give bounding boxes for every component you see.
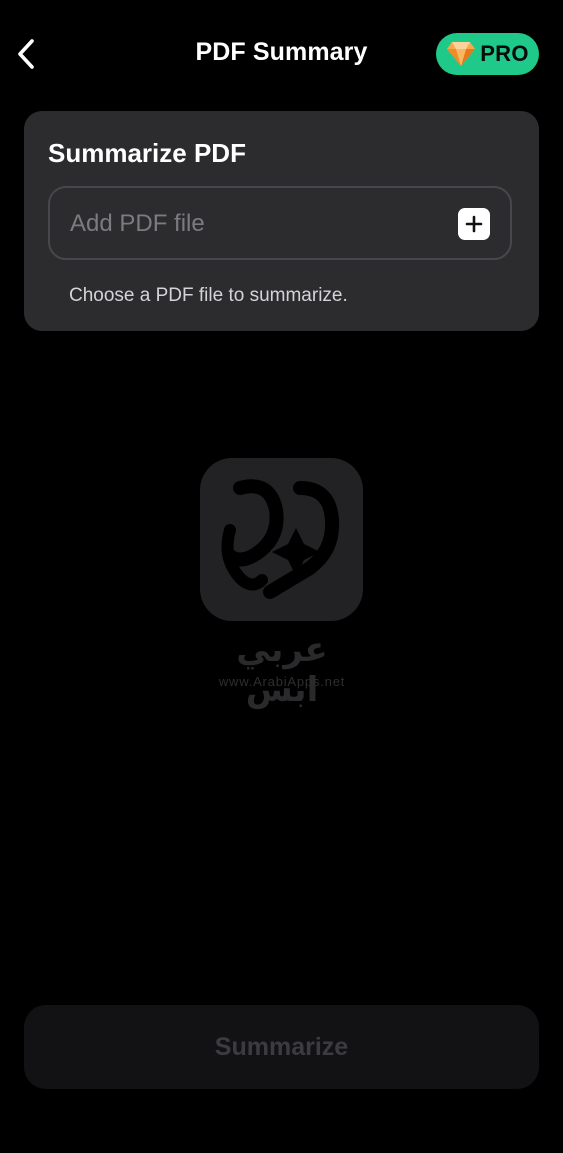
- watermark-logo: [200, 458, 363, 621]
- summarize-card: Summarize PDF Add PDF file Choose a PDF …: [24, 111, 539, 331]
- watermark: عربي ابس www.ArabiApps.net: [200, 458, 364, 710]
- hint-text: Choose a PDF file to summarize.: [69, 285, 348, 306]
- pro-badge-button[interactable]: PRO: [436, 33, 539, 75]
- plus-icon[interactable]: [458, 208, 490, 240]
- watermark-url: www.ArabiApps.net: [218, 674, 346, 689]
- header: PDF Summary PRO: [0, 0, 563, 108]
- diamond-icon: [447, 42, 476, 66]
- file-field-placeholder: Add PDF file: [70, 210, 205, 237]
- add-pdf-file-field[interactable]: Add PDF file: [48, 186, 512, 260]
- summarize-label: Summarize: [214, 1032, 349, 1061]
- summarize-button[interactable]: Summarize: [24, 1005, 539, 1089]
- watermark-arabic-text: عربي ابس: [236, 630, 328, 710]
- pro-label: PRO: [480, 41, 529, 66]
- card-title: Summarize PDF: [48, 138, 246, 168]
